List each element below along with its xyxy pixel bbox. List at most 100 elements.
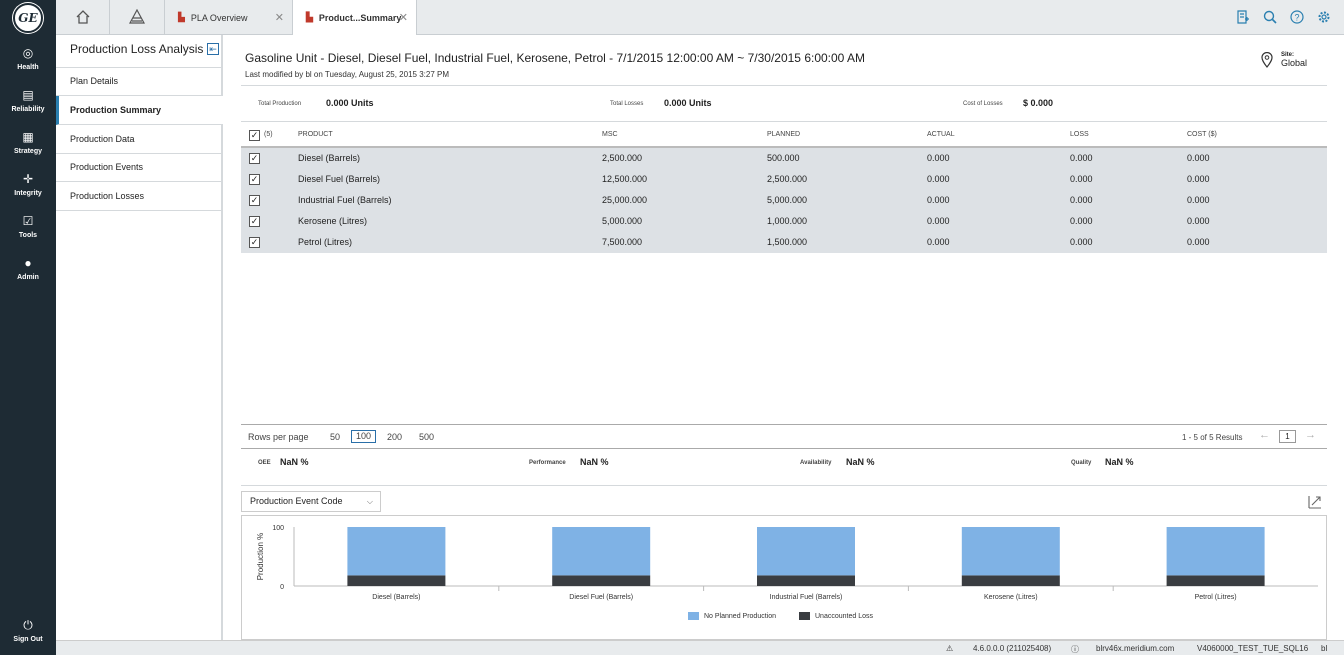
table-row[interactable]: ✓ Kerosene (Litres) 5,000.000 1,000.000 … [241,211,1327,232]
tab-pla-overview[interactable]: ▙ PLA Overview ✕ [165,0,293,35]
row-checkbox[interactable]: ✓ [249,153,260,164]
production-chart: 0 100 Production % Diesel (Barrels) Diesel F… [256,525,1318,601]
svg-text:?: ? [1294,13,1299,23]
legend-swatch [799,612,810,620]
row-checkbox[interactable]: ✓ [249,237,260,248]
table-row[interactable]: ✓ Industrial Fuel (Barrels) 25,000.000 5… [241,190,1327,211]
server-text: blrv46x.meridium.com [1096,644,1175,653]
row-checkbox[interactable]: ✓ [249,216,260,227]
close-icon[interactable]: ✕ [399,11,408,24]
x-tick-label: Kerosene (Litres) [984,594,1038,601]
nav-health[interactable]: ◎ Health [0,45,56,71]
cell-actual: 0.000 [927,195,950,205]
gear-icon[interactable] [1316,9,1332,25]
rows-per-page-200[interactable]: 200 [387,432,402,442]
col-actual[interactable]: ACTUAL [927,131,955,138]
row-checkbox[interactable]: ✓ [249,174,260,185]
cell-cost: 0.000 [1187,216,1210,226]
nav-tools[interactable]: ☑ Tools [0,213,56,239]
health-icon: ◎ [22,46,34,60]
rows-per-page-100[interactable]: 100 [351,430,377,443]
x-tick-label: Diesel Fuel (Barrels) [569,594,633,601]
total-production-label: Total Production [258,101,302,107]
tab-label: PLA Overview [190,12,248,23]
bar-segment [1166,575,1265,586]
nav-label: Reliability [11,106,45,113]
cell-product: Diesel Fuel (Barrels) [298,174,381,184]
ge-logo[interactable]: GE [13,3,43,33]
database-text: V4060000_TEST_TUE_SQL16 [1197,644,1309,653]
cost-of-losses-value: $ 0.000 [1023,98,1054,108]
nav-admin[interactable]: ● Admin [0,255,56,281]
nav-signout[interactable]: ⏻ Sign Out [0,617,56,643]
cell-actual: 0.000 [927,237,950,247]
table-row[interactable]: ✓ Diesel (Barrels) 2,500.000 500.000 0.0… [241,148,1327,169]
site-value: Global [1281,58,1308,68]
x-tick-label: Diesel (Barrels) [372,594,420,601]
cell-actual: 0.000 [927,216,950,226]
next-page-icon[interactable]: → [1305,429,1316,441]
table-row[interactable]: ✓ Diesel Fuel (Barrels) 12,500.000 2,500… [241,169,1327,190]
help-icon[interactable]: ? [1289,9,1305,25]
cell-planned: 2,500.000 [767,174,808,184]
nav-reliability[interactable]: ▤ Reliability [0,87,56,113]
row-checkbox[interactable]: ✓ [249,195,260,206]
admin-icon: ● [24,256,32,270]
cell-planned: 5,000.000 [767,195,808,205]
bar-segment [757,527,855,576]
page-title: Gasoline Unit - Diesel, Diesel Fuel, Ind… [245,51,866,65]
col-product[interactable]: PRODUCT [298,131,333,138]
close-icon[interactable]: ✕ [275,11,284,24]
user-text: bl [1321,644,1328,653]
asset-hierarchy-button[interactable] [110,0,165,34]
cell-product: Petrol (Litres) [298,237,353,247]
tab-production-summary[interactable]: ▙ Product...Summary ✕ [293,0,417,35]
selected-count: (5) [264,131,273,138]
info-icon[interactable]: ⓘ [1071,644,1079,655]
add-to-list-icon[interactable] [1235,9,1251,25]
warning-icon[interactable]: ⚠ [946,644,953,653]
bar-segment [552,575,651,586]
expand-chart-icon[interactable] [1308,495,1322,509]
nav-label: Integrity [14,190,42,197]
cell-cost: 0.000 [1187,237,1210,247]
side-item-production-losses[interactable]: Production Losses [56,182,223,211]
cell-planned: 1,000.000 [767,216,808,226]
rows-per-page-50[interactable]: 50 [330,432,340,442]
table-row[interactable]: ✓ Petrol (Litres) 7,500.000 1,500.000 0.… [241,232,1327,253]
bar-segment [347,575,446,586]
select-value: Production Event Code [250,496,343,506]
y-tick-label: 0 [280,584,284,591]
col-loss[interactable]: LOSS [1070,131,1089,138]
status-bar: ⚠ 4.6.0.0.0 (211025408) ⓘ blrv46x.meridi… [56,640,1344,655]
col-cost[interactable]: COST ($) [1187,131,1217,138]
nav-label: Strategy [13,148,42,155]
oee-label: OEE [258,460,271,466]
cell-msc: 7,500.000 [602,237,643,247]
select-all-checkbox[interactable]: ✓ [249,130,260,141]
nav-integrity[interactable]: ✛ Integrity [0,171,56,197]
cell-cost: 0.000 [1187,174,1210,184]
search-icon[interactable] [1262,9,1278,25]
collapse-panel-icon[interactable]: ⇤ [207,43,219,55]
nav-strategy[interactable]: ▦ Strategy [0,129,56,155]
nav-label: Sign Out [13,636,43,643]
cell-cost: 0.000 [1187,195,1210,205]
version-text: 4.6.0.0.0 (211025408) [973,644,1052,653]
cell-loss: 0.000 [1070,216,1093,226]
col-planned[interactable]: PLANNED [767,131,800,138]
side-item-production-summary[interactable]: Production Summary [56,96,223,125]
bar-segment [757,575,855,586]
chart-category-select[interactable]: Production Event Code ⌵ [241,491,381,512]
prev-page-icon[interactable]: ← [1259,429,1270,441]
side-item-production-events[interactable]: Production Events [56,153,223,182]
home-button[interactable] [56,0,110,34]
col-msc[interactable]: MSC [602,131,618,138]
bar-segment [961,527,1060,576]
reliability-icon: ▤ [22,88,34,102]
rows-per-page-500[interactable]: 500 [419,432,434,442]
page-number[interactable]: 1 [1279,430,1296,443]
side-item-plan-details[interactable]: Plan Details [56,67,223,96]
cell-loss: 0.000 [1070,237,1093,247]
side-item-production-data[interactable]: Production Data [56,125,223,154]
